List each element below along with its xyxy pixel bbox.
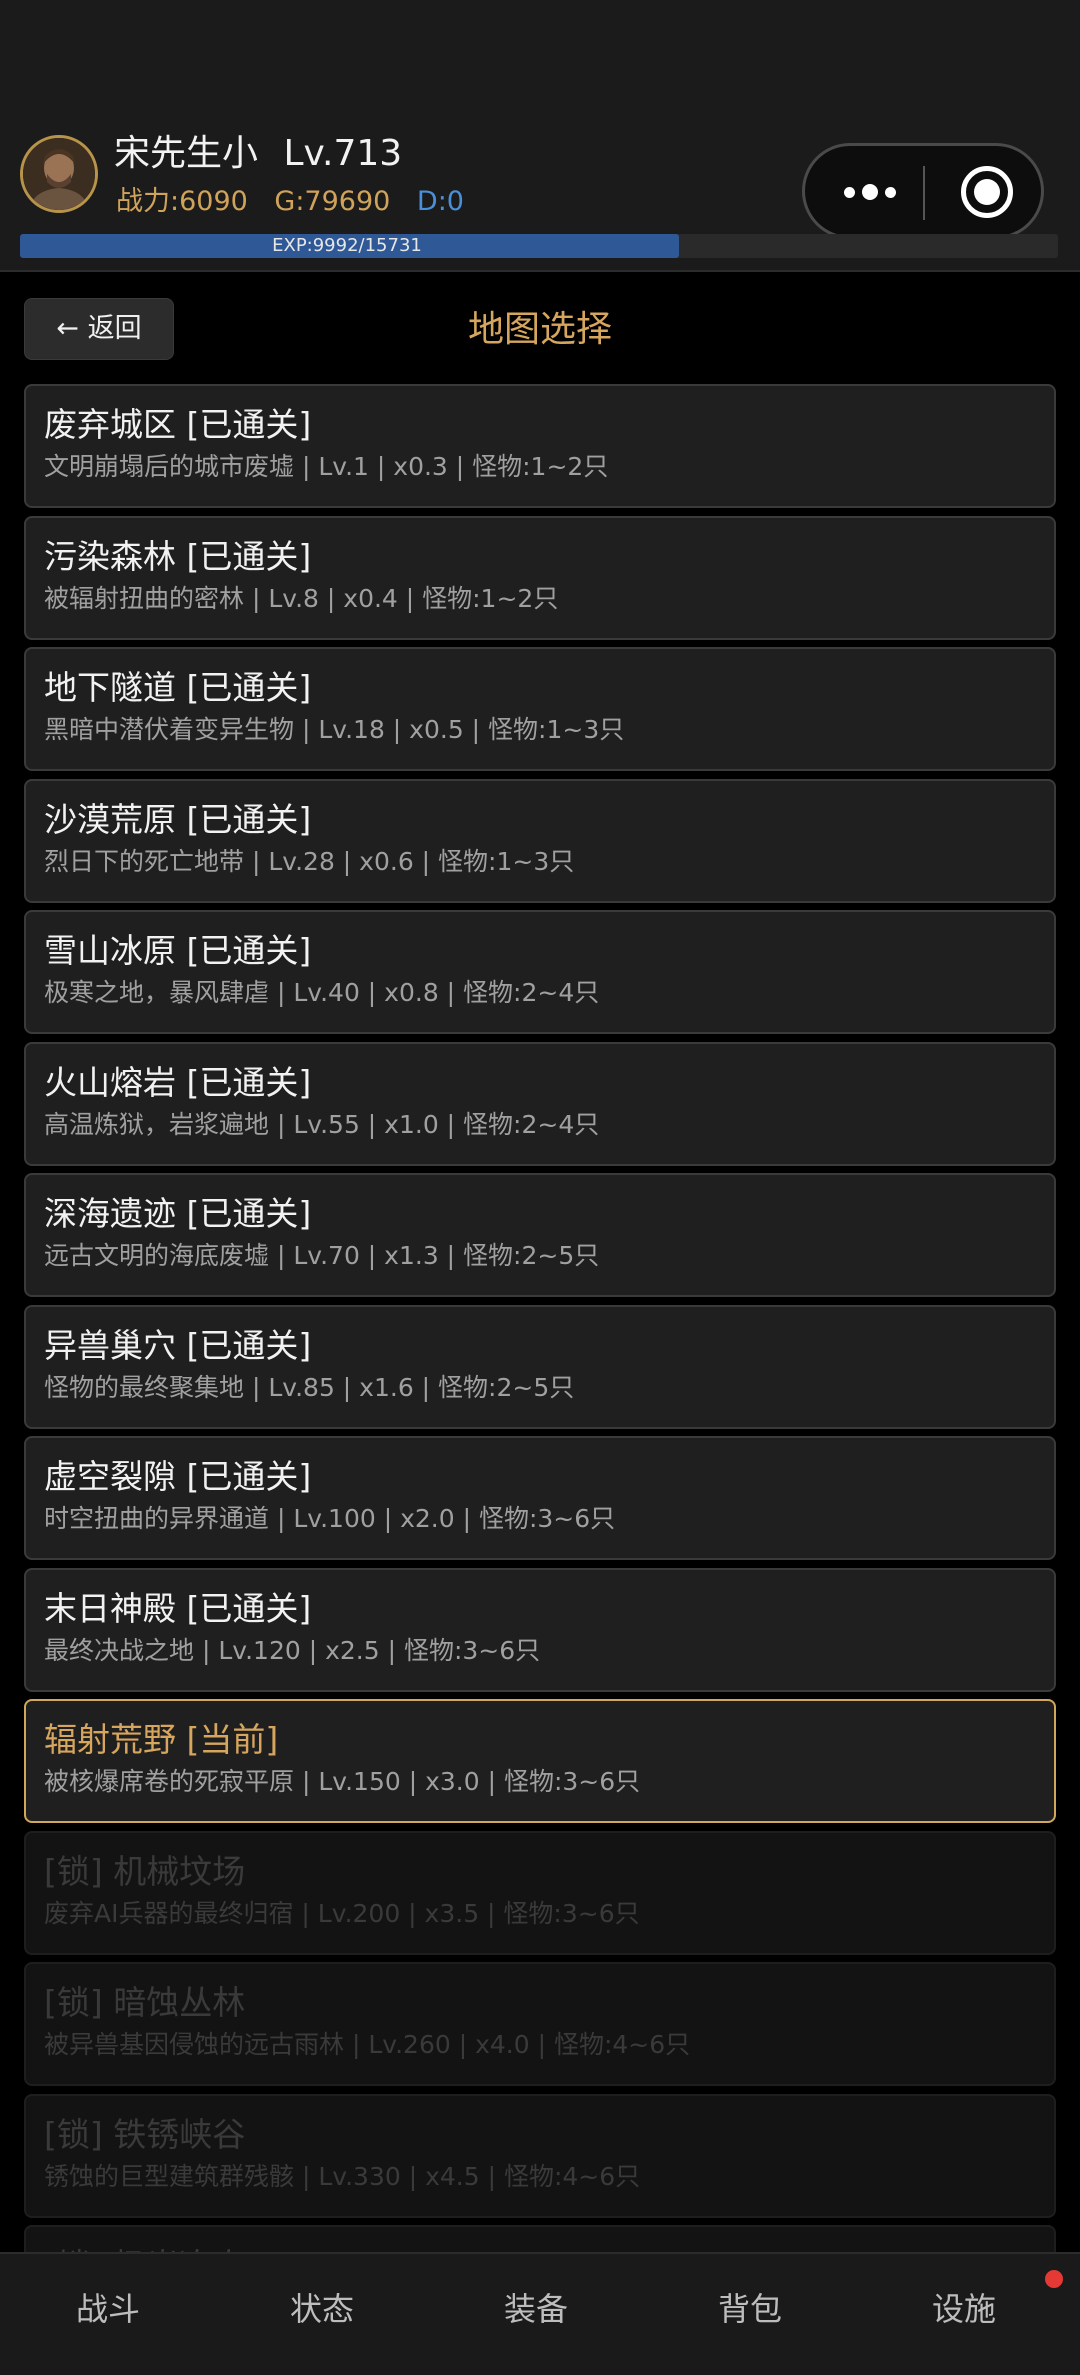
map-card[interactable]: 异兽巢穴 [已通关] 怪物的最终聚集地 | Lv.85 | x1.6 | 怪物:2… bbox=[24, 1305, 1056, 1429]
map-title: 污染森林 [已通关] bbox=[44, 537, 312, 576]
map-title: 沙漠荒原 [已通关] bbox=[44, 800, 312, 839]
map-card[interactable]: 污染森林 [已通关] 被辐射扭曲的密林 | Lv.8 | x0.4 | 怪物:1~… bbox=[24, 516, 1056, 640]
bottom-nav: 战斗 状态 装备 背包 设施 bbox=[0, 2252, 1080, 2375]
nav-equipment[interactable]: 装备 bbox=[428, 2254, 644, 2375]
player-header: 宋先生小 Lv.713 战力:6090 G:79690 D:0 EXP:9992… bbox=[0, 130, 1080, 272]
map-title: 地下隧道 [已通关] bbox=[44, 668, 312, 707]
map-card[interactable]: 地下隧道 [已通关] 黑暗中潜伏着变异生物 | Lv.18 | x0.5 | 怪物… bbox=[24, 647, 1056, 771]
map-title: 深海遗迹 [已通关] bbox=[44, 1194, 312, 1233]
map-card: [锁] 极光冻土 bbox=[24, 2225, 1056, 2252]
map-card[interactable]: 废弃城区 [已通关] 文明崩塌后的城市废墟 | Lv.1 | x0.3 | 怪物:… bbox=[24, 384, 1056, 508]
map-title: [锁] 铁锈峡谷 bbox=[44, 2115, 246, 2154]
map-card: [锁] 机械坟场废弃AI兵器的最终归宿 | Lv.200 | x3.5 | 怪物… bbox=[24, 1831, 1056, 1955]
combat-power: 战力:6090 bbox=[116, 186, 248, 217]
map-card[interactable]: 深海遗迹 [已通关] 远古文明的海底废墟 | Lv.70 | x1.3 | 怪物:… bbox=[24, 1173, 1056, 1297]
map-card: [锁] 铁锈峡谷锈蚀的巨型建筑群残骸 | Lv.330 | x4.5 | 怪物:… bbox=[24, 2094, 1056, 2218]
map-description: 锈蚀的巨型建筑群残骸 | Lv.330 | x4.5 | 怪物:4~6只 bbox=[44, 2162, 641, 2191]
map-title: [锁] 极光冻土 bbox=[44, 2245, 1054, 2252]
map-title: 虚空裂隙 [已通关] bbox=[44, 1457, 312, 1496]
gold-amount: G:79690 bbox=[274, 186, 391, 217]
map-description: 极寒之地，暴风肆虐 | Lv.40 | x0.8 | 怪物:2~4只 bbox=[44, 978, 600, 1007]
map-list: 废弃城区 [已通关] 文明崩塌后的城市废墟 | Lv.1 | x0.3 | 怪物:… bbox=[24, 384, 1056, 2252]
map-card[interactable]: 辐射荒野 [当前] 被核爆席卷的死寂平原 | Lv.150 | x3.0 | 怪物… bbox=[24, 1699, 1056, 1823]
map-description: 黑暗中潜伏着变异生物 | Lv.18 | x0.5 | 怪物:1~3只 bbox=[44, 715, 625, 744]
map-description: 被异兽基因侵蚀的远古雨林 | Lv.260 | x4.0 | 怪物:4~6只 bbox=[44, 2030, 691, 2059]
map-title: 火山熔岩 [已通关] bbox=[44, 1063, 312, 1102]
map-card[interactable]: 雪山冰原 [已通关] 极寒之地，暴风肆虐 | Lv.40 | x0.8 | 怪物:… bbox=[24, 910, 1056, 1034]
map-description: 最终决战之地 | Lv.120 | x2.5 | 怪物:3~6只 bbox=[44, 1636, 541, 1665]
map-title: [锁] 暗蚀丛林 bbox=[44, 1983, 246, 2022]
map-title: 异兽巢穴 [已通关] bbox=[44, 1326, 312, 1365]
map-description: 废弃AI兵器的最终归宿 | Lv.200 | x3.5 | 怪物:3~6只 bbox=[44, 1899, 640, 1928]
more-icon[interactable] bbox=[835, 170, 905, 214]
map-description: 烈日下的死亡地带 | Lv.28 | x0.6 | 怪物:1~3只 bbox=[44, 847, 575, 876]
map-description: 被辐射扭曲的密林 | Lv.8 | x0.4 | 怪物:1~2只 bbox=[44, 584, 559, 613]
map-description: 远古文明的海底废墟 | Lv.70 | x1.3 | 怪物:2~5只 bbox=[44, 1241, 600, 1270]
diamond-amount: D:0 bbox=[416, 186, 464, 217]
map-title: 末日神殿 [已通关] bbox=[44, 1589, 312, 1628]
player-stats: 战力:6090 G:79690 D:0 bbox=[116, 184, 482, 220]
back-button[interactable]: ← 返回 bbox=[24, 298, 174, 360]
map-title: 雪山冰原 [已通关] bbox=[44, 931, 312, 970]
player-name: 宋先生小 bbox=[114, 133, 259, 174]
map-card[interactable]: 虚空裂隙 [已通关] 时空扭曲的异界通道 | Lv.100 | x2.0 | 怪物… bbox=[24, 1436, 1056, 1560]
nav-status[interactable]: 状态 bbox=[214, 2254, 430, 2375]
map-description: 怪物的最终聚集地 | Lv.85 | x1.6 | 怪物:2~5只 bbox=[44, 1373, 575, 1402]
portrait-icon bbox=[23, 138, 95, 210]
map-title: [锁] 机械坟场 bbox=[44, 1852, 246, 1891]
player-name-line: 宋先生小 Lv.713 bbox=[114, 130, 402, 178]
status-bar-area bbox=[0, 0, 1080, 130]
map-card: [锁] 暗蚀丛林被异兽基因侵蚀的远古雨林 | Lv.260 | x4.0 | 怪… bbox=[24, 1962, 1056, 2086]
map-card[interactable]: 末日神殿 [已通关] 最终决战之地 | Lv.120 | x2.5 | 怪物:3~… bbox=[24, 1568, 1056, 1692]
miniprogram-capsule bbox=[802, 143, 1044, 239]
exp-text: EXP:9992/15731 bbox=[272, 235, 422, 256]
map-description: 时空扭曲的异界通道 | Lv.100 | x2.0 | 怪物:3~6只 bbox=[44, 1504, 616, 1533]
map-card[interactable]: 火山熔岩 [已通关] 高温炼狱，岩浆遍地 | Lv.55 | x1.0 | 怪物:… bbox=[24, 1042, 1056, 1166]
exp-bar: EXP:9992/15731 bbox=[20, 234, 1058, 258]
map-description: 文明崩塌后的城市废墟 | Lv.1 | x0.3 | 怪物:1~2只 bbox=[44, 452, 609, 481]
nav-backpack[interactable]: 背包 bbox=[642, 2254, 858, 2375]
map-description: 高温炼狱，岩浆遍地 | Lv.55 | x1.0 | 怪物:2~4只 bbox=[44, 1110, 600, 1139]
player-avatar[interactable] bbox=[20, 135, 98, 213]
target-icon[interactable] bbox=[961, 166, 1013, 218]
capsule-divider bbox=[923, 166, 925, 220]
map-title: 废弃城区 [已通关] bbox=[44, 405, 312, 444]
map-card[interactable]: 沙漠荒原 [已通关] 烈日下的死亡地带 | Lv.28 | x0.6 | 怪物:1… bbox=[24, 779, 1056, 903]
player-level: Lv.713 bbox=[283, 133, 403, 174]
nav-facility[interactable]: 设施 bbox=[856, 2254, 1072, 2375]
nav-battle[interactable]: 战斗 bbox=[0, 2254, 216, 2375]
map-title: 辐射荒野 [当前] bbox=[44, 1720, 279, 1759]
map-description: 被核爆席卷的死寂平原 | Lv.150 | x3.0 | 怪物:3~6只 bbox=[44, 1767, 641, 1796]
